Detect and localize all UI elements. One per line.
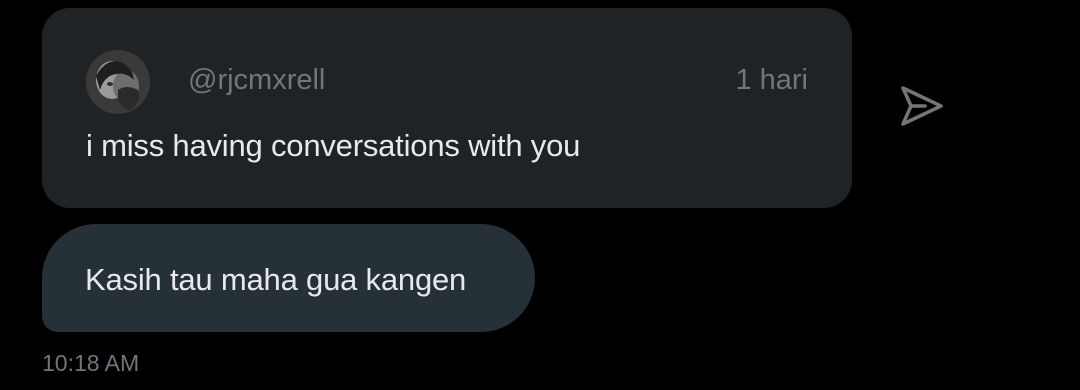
- tweet-timestamp: 1 hari: [735, 64, 808, 96]
- dm-conversation: @rjcmxrell 1 hari i miss having conversa…: [0, 0, 1080, 390]
- shared-tweet-card[interactable]: @rjcmxrell 1 hari i miss having conversa…: [42, 8, 852, 208]
- tweet-text: i miss having conversations with you: [86, 128, 581, 163]
- message-bubble[interactable]: Kasih tau maha gua kangen: [42, 224, 535, 332]
- share-button[interactable]: [895, 82, 947, 134]
- avatar[interactable]: [86, 50, 150, 114]
- message-timestamp: 10:18 AM: [42, 350, 140, 376]
- send-icon: [897, 84, 945, 133]
- tweet-author-handle[interactable]: @rjcmxrell: [188, 62, 325, 98]
- message-text: Kasih tau maha gua kangen: [85, 262, 467, 297]
